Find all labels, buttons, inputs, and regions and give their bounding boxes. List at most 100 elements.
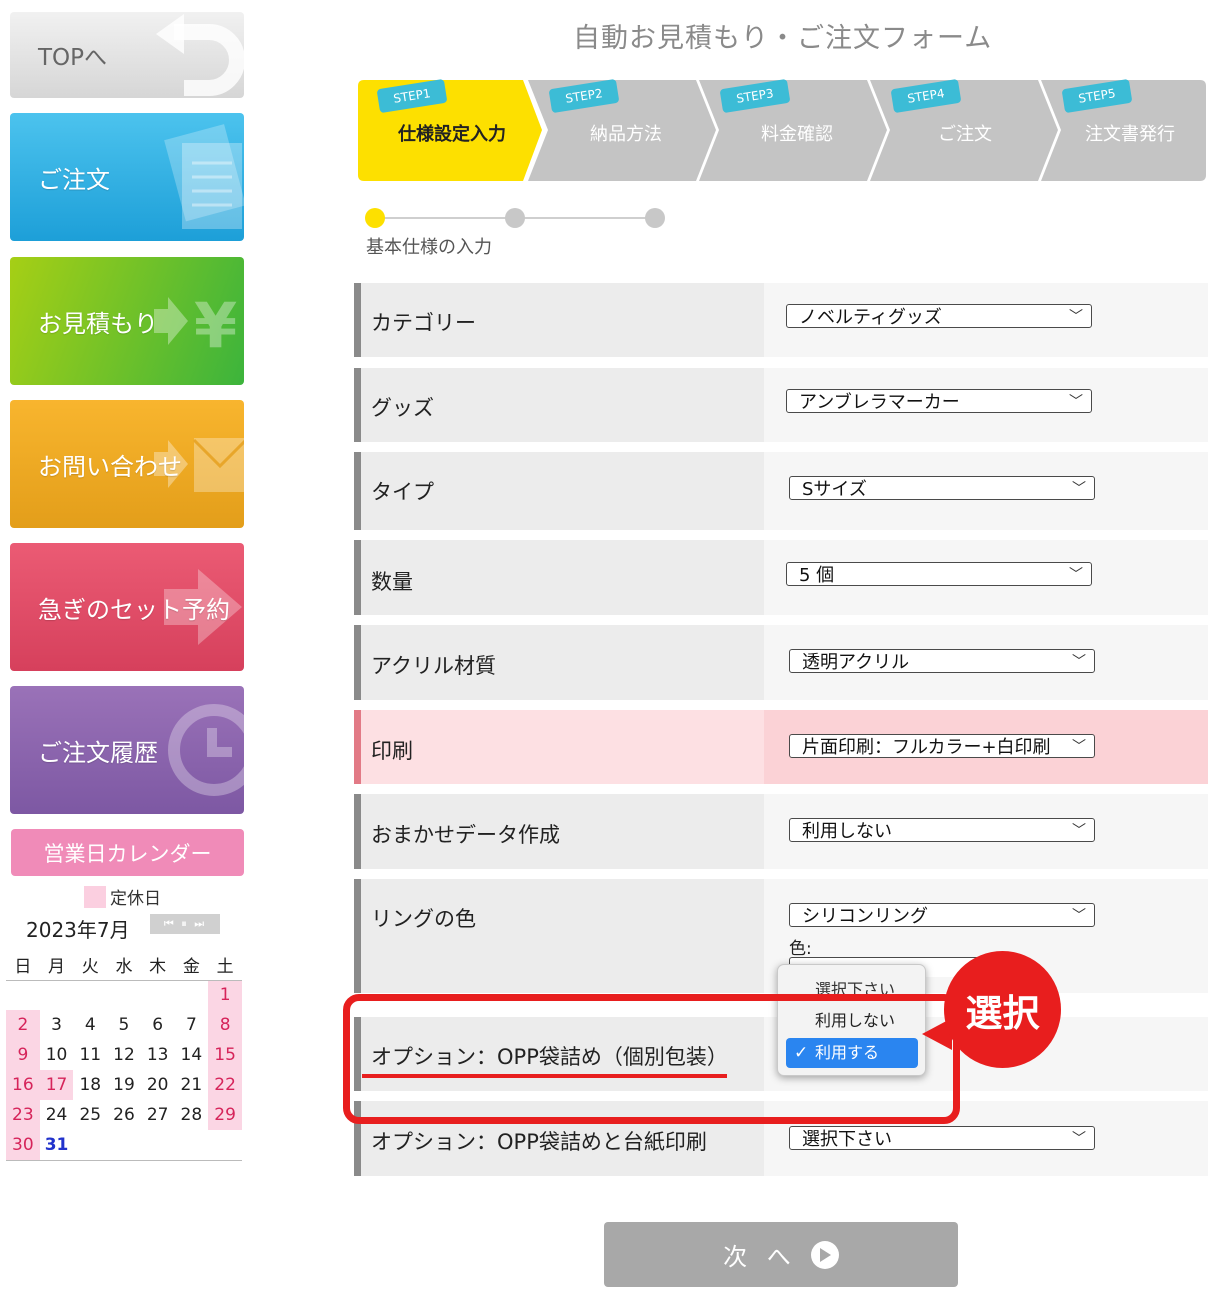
- calendar-day: 26: [113, 1105, 135, 1125]
- ring-color-label: リングの色: [371, 907, 476, 931]
- history-clock-icon: [168, 704, 244, 796]
- material-label: アクリル材質: [371, 654, 496, 678]
- calendar-day: 23: [6, 1100, 40, 1130]
- opp-card-value: 選択下さい: [802, 1129, 892, 1150]
- order-history-label: ご注文履歴: [38, 738, 158, 767]
- goods-select[interactable]: アンブレラマーカー ﹀: [786, 389, 1092, 413]
- callout-badge: 選択: [944, 951, 1061, 1068]
- calendar-legend: 定休日: [84, 884, 161, 909]
- estimate-button-label: お見積もり: [38, 309, 158, 338]
- calendar-day: [208, 1130, 242, 1161]
- calendar-day: 20: [146, 1075, 169, 1095]
- step-3: STEP3 料金確認: [699, 78, 889, 181]
- progress-dot-3: [645, 208, 665, 228]
- play-circle-icon: [810, 1240, 839, 1269]
- calendar-day: 28: [180, 1105, 203, 1125]
- print-value: 片面印刷：フルカラー+白印刷: [802, 737, 1051, 758]
- calendar-day: [73, 1130, 108, 1161]
- chevron-down-icon: ﹀: [1072, 654, 1086, 670]
- calendar-day: 1: [208, 980, 242, 1010]
- print-select[interactable]: 片面印刷：フルカラー+白印刷 ﹀: [789, 734, 1095, 758]
- step-1: STEP1 仕様設定入力: [358, 78, 543, 181]
- calendar-day: 9: [6, 1040, 40, 1070]
- calendar-day: [141, 980, 175, 1010]
- material-row: アクリル材質 透明アクリル ﹀: [354, 625, 1208, 700]
- calendar-day: 4: [84, 1015, 96, 1035]
- step-4-label: ご注文: [938, 124, 992, 145]
- calendar-weekday: 火: [73, 950, 108, 981]
- calendar-weekday: 水: [107, 950, 141, 981]
- document-icon: [164, 124, 244, 229]
- calendar-day: 30: [6, 1130, 40, 1161]
- calendar-weekday: 土: [208, 950, 242, 981]
- calendar-day: 13: [146, 1045, 169, 1065]
- type-row: タイプ Sサイズ ﹀: [354, 452, 1208, 530]
- material-select[interactable]: 透明アクリル ﹀: [789, 649, 1095, 673]
- calendar-day: 14: [180, 1045, 203, 1065]
- calendar-day: [6, 980, 40, 1010]
- calendar-day: 7: [185, 1015, 197, 1035]
- calendar-day: 18: [79, 1075, 102, 1095]
- calendar-day: [140, 1130, 175, 1161]
- calendar-day: 17: [39, 1070, 74, 1100]
- order-button[interactable]: ご注文: [10, 113, 244, 241]
- ring-type-value: シリコンリング: [802, 906, 928, 927]
- page-title: 自動お見積もり・ご注文フォーム: [573, 23, 993, 54]
- next-button[interactable]: 次 へ: [604, 1222, 958, 1287]
- calendar-day: 6: [152, 1015, 164, 1035]
- data-creation-select[interactable]: 利用しない ﹀: [789, 818, 1095, 842]
- calendar-day: 16: [6, 1070, 40, 1100]
- calendar-day: [107, 1130, 141, 1161]
- quantity-value: 5 個: [799, 565, 835, 586]
- chevron-down-icon: ﹀: [1072, 908, 1086, 924]
- callout-underline: [362, 1074, 727, 1078]
- data-creation-row: おまかせデータ作成 利用しない ﹀: [354, 794, 1208, 869]
- calendar-day: 29: [208, 1100, 242, 1130]
- quantity-label: 数量: [371, 570, 413, 594]
- chevron-down-icon: ﹀: [1072, 739, 1086, 755]
- contact-button-label: お問い合わせ: [38, 452, 182, 481]
- calendar-day: 2: [6, 1010, 40, 1040]
- calendar-day: 15: [208, 1040, 242, 1070]
- calendar-day: 24: [45, 1105, 68, 1125]
- type-select[interactable]: Sサイズ ﹀: [789, 476, 1095, 500]
- calendar-month: 2023年7月: [26, 918, 130, 942]
- urgent-reservation-label: 急ぎのセット予約: [38, 595, 230, 624]
- ring-type-select[interactable]: シリコンリング ﹀: [789, 903, 1095, 927]
- progress-dot-2: [505, 208, 525, 228]
- estimate-button[interactable]: お見積もり ¥: [10, 257, 244, 385]
- top-button[interactable]: TOPへ: [10, 12, 244, 98]
- type-label: タイプ: [371, 480, 434, 504]
- calendar-day: 8: [208, 1010, 242, 1040]
- calendar-day: [40, 980, 74, 1010]
- calendar-nav-buttons[interactable]: ⏮ ⏸ ⏭: [150, 914, 220, 934]
- quantity-row: 数量 5 個 ﹀: [354, 540, 1208, 615]
- return-arrow-icon: [156, 14, 244, 96]
- order-history-button[interactable]: ご注文履歴: [10, 686, 244, 814]
- category-select[interactable]: ノベルティグッズ ﹀: [786, 304, 1092, 328]
- type-value: Sサイズ: [802, 479, 867, 500]
- calendar-weekday: 木: [140, 950, 175, 981]
- chevron-down-icon: ﹀: [1069, 567, 1083, 583]
- step-2-label: 納品方法: [590, 124, 662, 145]
- svg-text:¥: ¥: [194, 289, 237, 362]
- contact-button[interactable]: お問い合わせ: [10, 400, 244, 528]
- chevron-down-icon: ﹀: [1072, 481, 1086, 497]
- chevron-down-icon: ﹀: [1069, 309, 1083, 325]
- calendar-grid: 日月火水木金土 1 2 3 4 5 6 7 8 9 10 11 12 13 14 15 16 17 18 19 20 2…: [6, 950, 242, 1161]
- calendar-day: [174, 1130, 209, 1161]
- yen-arrow-icon: ¥: [154, 289, 237, 362]
- calendar-weekday: 日: [6, 950, 40, 981]
- goods-value: アンブレラマーカー: [799, 392, 960, 413]
- calendar-day: 19: [113, 1075, 135, 1095]
- calendar-day: 5: [118, 1015, 130, 1035]
- goods-row: グッズ アンブレラマーカー ﹀: [354, 368, 1208, 442]
- data-creation-label: おまかせデータ作成: [371, 823, 560, 847]
- calendar-day: 3: [51, 1015, 62, 1035]
- step-4: STEP4 ご注文: [870, 78, 1060, 181]
- quantity-select[interactable]: 5 個 ﹀: [786, 562, 1092, 586]
- holiday-swatch: [84, 885, 106, 908]
- urgent-reservation-button[interactable]: 急ぎのセット予約: [10, 543, 244, 671]
- material-value: 透明アクリル: [802, 652, 910, 673]
- opp-card-select[interactable]: 選択下さい ﹀: [789, 1126, 1095, 1150]
